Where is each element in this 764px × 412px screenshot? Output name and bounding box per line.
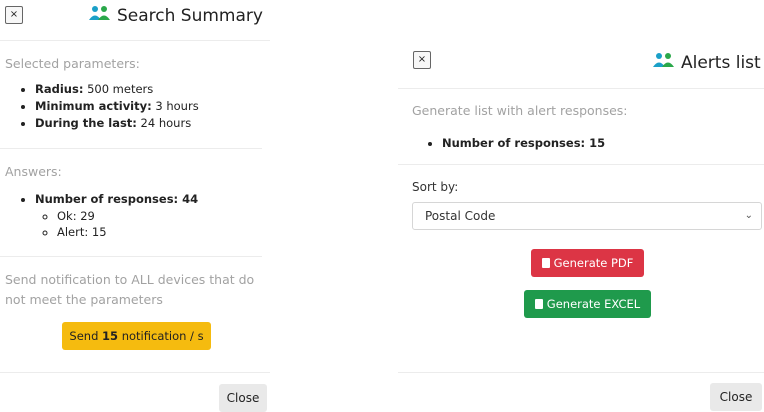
title-text: Search Summary	[117, 5, 263, 26]
modal-title: Alerts list	[653, 52, 761, 73]
generate-pdf-button[interactable]: Generate PDF	[531, 249, 644, 277]
divider	[398, 88, 764, 89]
close-icon[interactable]: ×	[413, 51, 431, 69]
number-of-responses: Number of responses: 44 Ok: 29 Alert: 15	[35, 192, 198, 239]
search-summary-modal: × Search Summary Selected parameters: Ra…	[0, 0, 270, 412]
param-minimum-activity: Minimum activity: 3 hours	[35, 99, 199, 113]
answers-label: Answers:	[5, 164, 62, 179]
send-count: 15	[102, 329, 119, 343]
generate-excel-button[interactable]: Generate EXCEL	[524, 290, 651, 318]
alerts-responses-list: Number of responses: 15	[424, 136, 605, 153]
title-text: Alerts list	[681, 52, 761, 73]
pdf-file-icon	[541, 258, 550, 268]
param-during-last: During the last: 24 hours	[35, 116, 199, 130]
modal-title: Search Summary	[89, 5, 263, 26]
notify-text-line2: not meet the parameters	[5, 292, 163, 307]
param-radius: Radius: 500 meters	[35, 82, 199, 96]
users-icon	[653, 52, 675, 73]
close-button[interactable]: Close	[710, 383, 762, 411]
answers-list: Number of responses: 44 Ok: 29 Alert: 15	[17, 192, 198, 242]
send-notification-button[interactable]: Send 15 notification / s	[62, 322, 211, 350]
sort-by-select[interactable]: Postal Code ⌄	[412, 202, 762, 230]
divider	[0, 256, 262, 257]
alerts-list-modal: × Alerts list Generate list with alert r…	[398, 0, 764, 412]
responses-ok: Ok: 29	[57, 209, 198, 223]
divider	[0, 148, 262, 149]
divider	[0, 40, 270, 41]
sort-by-value: Postal Code	[425, 209, 496, 223]
divider	[398, 164, 764, 165]
close-icon[interactable]: ×	[5, 6, 23, 24]
sort-by-label: Sort by:	[412, 180, 459, 194]
generate-list-label: Generate list with alert responses:	[412, 103, 628, 118]
selected-parameters-label: Selected parameters:	[5, 56, 140, 71]
notify-text-line1: Send notification to ALL devices that do	[5, 272, 255, 287]
parameters-list: Radius: 500 meters Minimum activity: 3 h…	[17, 82, 199, 133]
divider	[398, 372, 764, 373]
number-of-responses: Number of responses: 15	[442, 136, 605, 150]
excel-file-icon	[534, 299, 543, 309]
responses-alert: Alert: 15	[57, 225, 198, 239]
close-button[interactable]: Close	[219, 384, 267, 412]
divider	[0, 372, 270, 373]
chevron-down-icon: ⌄	[744, 210, 753, 221]
users-icon	[89, 5, 111, 26]
